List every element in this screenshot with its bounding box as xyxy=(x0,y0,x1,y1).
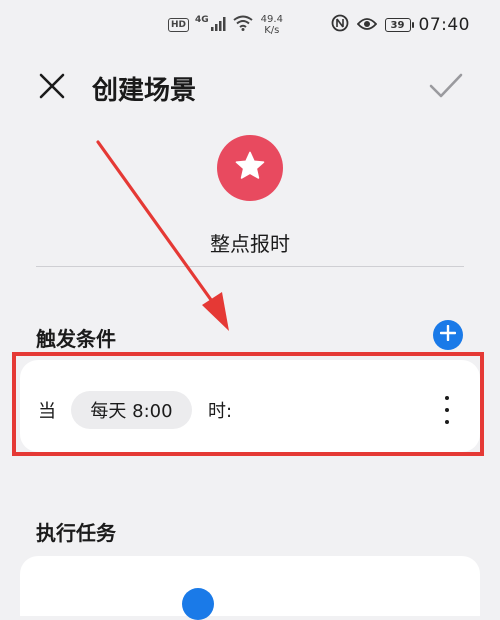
check-icon xyxy=(429,73,463,103)
status-left: HD 4G 49.4 K/s xyxy=(168,14,283,36)
network-type-label: 4G xyxy=(195,15,209,25)
tasks-card xyxy=(20,556,480,616)
header: 创建场景 xyxy=(0,58,500,118)
confirm-button[interactable] xyxy=(422,68,470,108)
star-icon xyxy=(233,149,267,187)
nfc-icon xyxy=(331,14,349,36)
close-button[interactable] xyxy=(32,68,72,108)
network-speed: 49.4 K/s xyxy=(261,14,283,36)
status-time: 07:40 xyxy=(418,15,470,35)
tasks-section-title: 执行任务 xyxy=(36,521,116,545)
scene-icon-button[interactable] xyxy=(217,135,283,201)
status-right: 39 07:40 xyxy=(331,14,471,36)
add-trigger-button[interactable] xyxy=(433,320,463,350)
network-speed-value: 49.4 xyxy=(260,14,283,25)
close-icon xyxy=(39,73,65,103)
plus-icon xyxy=(439,324,457,345)
eye-icon xyxy=(356,16,377,35)
hd-badge: HD xyxy=(168,18,190,32)
status-bar: HD 4G 49.4 K/s 39 07:40 xyxy=(0,0,500,50)
page-title: 创建场景 xyxy=(92,76,197,106)
trigger-section-title: 触发条件 xyxy=(36,327,116,351)
wifi-icon xyxy=(233,15,253,35)
signal-icon xyxy=(210,16,227,35)
add-task-button[interactable] xyxy=(182,588,214,620)
scene-name-input[interactable]: 整点报时 xyxy=(36,222,464,267)
network-speed-unit: K/s xyxy=(264,25,280,36)
battery-indicator: 39 xyxy=(384,18,414,32)
annotation-highlight-box xyxy=(12,352,484,456)
